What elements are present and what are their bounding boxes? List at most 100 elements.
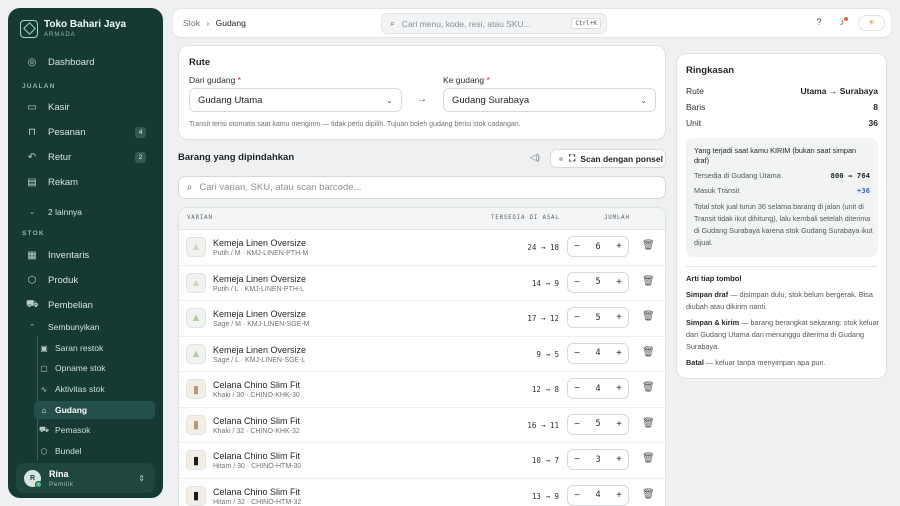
section-jualan: JUALAN [22, 83, 56, 90]
sidebar-item-pembelian[interactable]: ⛟ Pembelian [16, 295, 155, 315]
trash-icon[interactable]: 🗑 [642, 489, 655, 500]
product-variant: Putih / L · KMJ-LINEN-PTH-L [213, 285, 305, 293]
decrement-button[interactable]: − [568, 348, 586, 359]
quantity-value[interactable]: 5 [586, 313, 610, 323]
decrement-button[interactable]: − [568, 419, 586, 430]
retur-count-badge: 2 [135, 151, 146, 163]
decrement-button[interactable]: − [568, 241, 586, 252]
product-name: Kemeja Linen Oversize [213, 344, 307, 355]
available-row: Tersedia di Gudang Utama 800 → 764 [694, 171, 870, 180]
quantity-stepper: −5 + [567, 307, 629, 328]
decrement-button[interactable]: − [568, 277, 586, 288]
breadcrumb-current: Gudang [215, 18, 246, 28]
from-warehouse-select[interactable]: Gudang Utama ⌄ [189, 88, 402, 112]
item-search-input[interactable]: ⌕ Cari varian, SKU, atau scan barcode... [178, 176, 666, 199]
quantity-stepper: −4 + [567, 484, 629, 506]
bag-icon: ⊓ [28, 126, 36, 138]
sidebar-item-pemasok[interactable]: ⛟ Pemasok [34, 421, 155, 439]
quantity-value[interactable]: 4 [586, 384, 610, 394]
product-variant: Hitam / 32 · CHINO-HTM-32 [213, 498, 302, 506]
col-qty: JUMLAH [604, 215, 630, 221]
transit-value: +36 [856, 186, 870, 195]
chevron-updown-icon: ⇕ [138, 473, 145, 483]
trash-icon[interactable]: 🗑 [642, 347, 655, 358]
product-thumbnail: ▮ [186, 485, 206, 506]
trash-icon[interactable]: 🗑 [642, 240, 655, 251]
increment-button[interactable]: + [610, 419, 628, 430]
increment-button[interactable]: + [610, 383, 628, 394]
increment-button[interactable]: + [610, 241, 628, 252]
speaker-icon[interactable]: ◁) [530, 152, 540, 163]
trash-icon[interactable]: 🗑 [642, 311, 655, 322]
sidebar-item-gudang[interactable]: ⌂ Gudang [34, 401, 155, 419]
sidebar-item-retur[interactable]: ↶ Retur 2 [16, 147, 155, 167]
sidebar-item-inventaris[interactable]: ▦ Inventaris [16, 245, 155, 265]
trash-icon[interactable]: 🗑 [642, 276, 655, 287]
increment-button[interactable]: + [610, 312, 628, 323]
send-impact-title: Yang terjadi saat kamu KIRIM (bukan saat… [694, 146, 857, 165]
table-row: ▲ Kemeja Linen Oversize Sage / M · KMJ-LIN… [179, 301, 665, 337]
scan-phone-button[interactable]: ⛶ Scan dengan ponsel [550, 149, 666, 168]
col-variant: VARIAN [187, 215, 213, 221]
quantity-value[interactable]: 5 [586, 277, 610, 287]
to-warehouse-select[interactable]: Gudang Surabaya ⌄ [443, 88, 656, 112]
table-row: ▮ Celana Chino Slim Fit Khaki / 30 · CHINO… [179, 372, 665, 408]
decrement-button[interactable]: − [568, 454, 586, 465]
items-table: VARIAN TERSEDIA DI ASAL JUMLAH ▲ Kemeja L… [178, 207, 666, 506]
sidebar-item-rekam[interactable]: ▤ Rekam [16, 172, 155, 192]
brand-name: Toko Bahari Jaya [44, 19, 127, 30]
increment-button[interactable]: + [610, 348, 628, 359]
decrement-button[interactable]: − [568, 312, 586, 323]
sidebar-item-opname-stok[interactable]: ▢ Opname stok [34, 359, 155, 377]
summary-units: Unit 36 [686, 118, 878, 128]
sidebar-more-toggle[interactable]: ⌄ 2 lainnya [16, 202, 155, 222]
user-name: Rina [49, 468, 69, 479]
breadcrumb-separator-icon: › [206, 18, 210, 28]
trash-icon[interactable]: 🗑 [642, 453, 655, 464]
trash-icon[interactable]: 🗑 [642, 418, 655, 429]
decrement-button[interactable]: − [568, 383, 586, 394]
summary-route-label: Rute [686, 86, 704, 96]
sidebar-item-aktivitas-stok[interactable]: ∿ Aktivitas stok [34, 380, 155, 398]
trash-icon[interactable]: 🗑 [642, 382, 655, 393]
sidebar-collapse-toggle[interactable]: ⌃ Sembunyikan [16, 317, 155, 337]
increment-button[interactable]: + [610, 454, 628, 465]
quantity-value[interactable]: 4 [586, 348, 610, 358]
chevron-down-icon: ⌄ [386, 95, 393, 105]
inventory-icon: ▦ [27, 249, 37, 261]
breadcrumb-parent[interactable]: Stok [183, 18, 200, 28]
sidebar-item-produk[interactable]: ⬡ Produk [16, 270, 155, 290]
sidebar-item-label: Dashboard [48, 56, 95, 68]
product-name: Celana Chino Slim Fit [213, 415, 301, 426]
sidebar-item-dashboard[interactable]: ◎ Dashboard [16, 52, 155, 72]
breadcrumb: Stok › Gudang [183, 18, 246, 28]
sidebar-item-kasir[interactable]: ▭ Kasir [16, 97, 155, 117]
decrement-button[interactable]: − [568, 490, 586, 501]
quantity-stepper: −3 + [567, 449, 629, 470]
user-menu[interactable]: R Rina Pemilik ⇕ [16, 463, 155, 493]
section-stok: STOK [22, 230, 45, 237]
truck-icon: ⛟ [39, 425, 50, 434]
product-name: Celana Chino Slim Fit [213, 451, 301, 461]
sidebar-item-pesanan[interactable]: ⊓ Pesanan 4 [16, 122, 155, 142]
increment-button[interactable]: + [610, 490, 628, 501]
sidebar-item-bundel[interactable]: ⬡ Bundel [34, 442, 155, 460]
table-row: ▮ Celana Chino Slim Fit Hitam / 32 · CHINO… [179, 479, 665, 506]
quantity-value[interactable]: 5 [586, 419, 610, 429]
brand[interactable]: Toko Bahari Jaya ARMADA [20, 19, 126, 38]
sidebar-item-saran-restok[interactable]: ▣ Saran restok [34, 339, 155, 357]
summary-route: Rute Utama → Surabaya [686, 86, 878, 96]
product-variant: Khaki / 30 · CHINO-KHK-30 [213, 392, 300, 399]
quantity-value[interactable]: 4 [586, 490, 610, 500]
cash-register-icon: ▭ [27, 101, 37, 113]
product-name: Kemeja Linen Oversize [213, 273, 307, 284]
clipboard-icon: ▢ [40, 363, 48, 373]
quantity-value[interactable]: 6 [586, 242, 610, 252]
stock-change: 24 → 18 [527, 243, 559, 252]
theme-toggle-sun-icon[interactable]: ☀ [858, 15, 885, 31]
global-search-input[interactable]: ⌕ Cari menu, kode, resi, atau SKU... Ctr… [381, 13, 607, 34]
help-icon[interactable]: ? [813, 17, 825, 29]
chevron-down-icon: ⌄ [29, 209, 35, 216]
increment-button[interactable]: + [610, 277, 628, 288]
quantity-value[interactable]: 3 [586, 455, 610, 465]
